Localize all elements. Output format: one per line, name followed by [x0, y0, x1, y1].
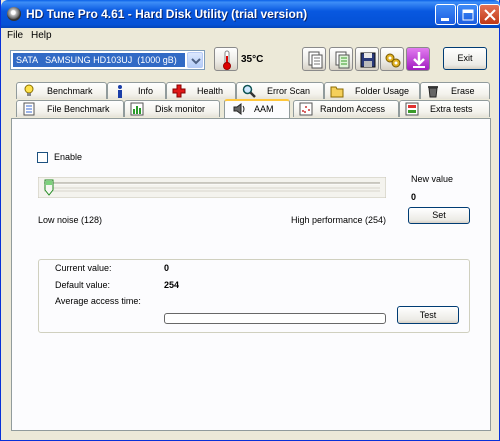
- chevron-down-icon[interactable]: [187, 52, 203, 68]
- file-benchmark-icon: [23, 102, 35, 116]
- save-button[interactable]: [355, 47, 379, 71]
- drive-select[interactable]: SATA SAMSUNG HD103UJ (1000 gB): [10, 50, 205, 70]
- minimize-icon: [441, 18, 449, 21]
- temperature-value: 35°C: [241, 54, 264, 65]
- menu-help[interactable]: Help: [31, 30, 52, 41]
- thermometer-icon: [223, 50, 231, 70]
- test-button[interactable]: Test: [397, 306, 459, 324]
- speaker-icon: [233, 103, 245, 115]
- copy-all-button[interactable]: [329, 47, 353, 71]
- minimize-button[interactable]: [435, 4, 456, 25]
- low-noise-label: Low noise (128): [38, 215, 103, 225]
- copy-all-icon: [335, 51, 350, 69]
- tab-info[interactable]: Info: [107, 82, 166, 99]
- copy-icon: [308, 51, 323, 69]
- health-cross-icon: [172, 84, 186, 98]
- exit-button[interactable]: Exit: [443, 47, 487, 70]
- menu-file[interactable]: File: [7, 30, 23, 41]
- tab-erase[interactable]: Erase: [420, 82, 490, 99]
- drive-select-value: SATA SAMSUNG HD103UJ (1000 gB): [13, 53, 185, 67]
- tab-extra-tests[interactable]: Extra tests: [399, 100, 490, 117]
- app-icon: [7, 7, 21, 21]
- tab-random-access[interactable]: Random Access: [293, 100, 399, 117]
- current-value: 0: [164, 263, 170, 273]
- options-icon: [385, 53, 401, 68]
- window-title: HD Tune Pro 4.61 - Hard Disk Utility (tr…: [26, 7, 308, 21]
- default-value: 254: [164, 280, 180, 290]
- disk-monitor-icon: [130, 102, 144, 116]
- access-time-progress: [164, 313, 386, 324]
- new-value-label: New value: [411, 174, 454, 184]
- close-button[interactable]: [479, 4, 500, 25]
- tab-folder-usage[interactable]: Folder Usage: [324, 82, 420, 99]
- enable-label: Enable: [54, 152, 83, 162]
- new-value: 0: [411, 192, 417, 202]
- options-button[interactable]: [380, 47, 404, 71]
- close-icon: [484, 9, 496, 21]
- average-access-time-label: Average access time:: [55, 296, 141, 306]
- random-access-icon: [299, 102, 313, 116]
- menu-bar: File Help: [1, 28, 499, 44]
- info-icon: [118, 85, 122, 98]
- copy-button[interactable]: [302, 47, 326, 71]
- tab-health[interactable]: Health: [166, 82, 236, 99]
- tab-error-scan[interactable]: Error Scan: [236, 82, 324, 99]
- maximize-icon: [462, 9, 474, 21]
- enable-checkbox[interactable]: [37, 152, 48, 163]
- title-bar: HD Tune Pro 4.61 - Hard Disk Utility (tr…: [1, 0, 500, 28]
- maximize-button[interactable]: [457, 4, 478, 25]
- tab-aam[interactable]: AAM: [224, 99, 290, 118]
- folder-icon: [330, 86, 344, 98]
- tab-disk-monitor[interactable]: Disk monitor: [124, 100, 220, 117]
- tab-file-benchmark[interactable]: File Benchmark: [16, 100, 124, 117]
- lightbulb-icon: [24, 84, 34, 96]
- download-button[interactable]: [406, 47, 430, 71]
- toolbar: SATA SAMSUNG HD103UJ (1000 gB) 35°C Exit: [1, 44, 499, 76]
- default-value-label: Default value:: [55, 280, 111, 290]
- set-button[interactable]: Set: [408, 207, 470, 224]
- aam-slider[interactable]: [38, 177, 386, 198]
- save-icon: [360, 52, 376, 68]
- trash-icon: [428, 86, 438, 98]
- download-icon: [413, 52, 425, 68]
- tab-benchmark[interactable]: Benchmark: [16, 82, 107, 99]
- magnifier-icon: [242, 84, 256, 98]
- extra-tests-icon: [405, 102, 419, 116]
- aam-panel: Enable New value 0 Low noise (128) High …: [11, 118, 491, 431]
- app-window: HD Tune Pro 4.61 - Hard Disk Utility (tr…: [0, 0, 500, 441]
- current-value-label: Current value:: [55, 263, 112, 273]
- temperature-button[interactable]: [214, 47, 238, 71]
- high-performance-label: High performance (254): [291, 215, 387, 225]
